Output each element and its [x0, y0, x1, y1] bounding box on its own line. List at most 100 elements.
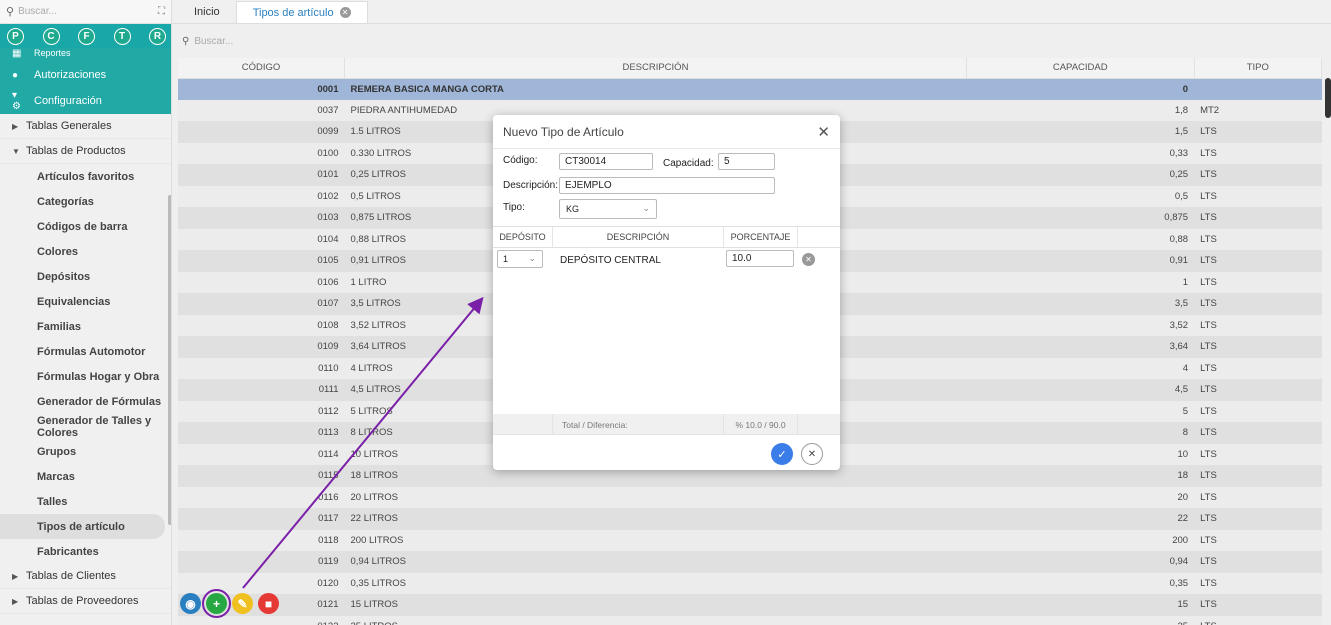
- sidebar-sub-item[interactable]: Generador de Fórmulas: [0, 389, 171, 414]
- edit-button[interactable]: ✎: [232, 593, 253, 614]
- chevron-right-icon: ▶: [12, 596, 19, 606]
- shortcut-c[interactable]: C: [42, 27, 60, 45]
- cell-capacidad: 1,5: [966, 121, 1195, 143]
- cell-capacidad: 3,64: [966, 336, 1195, 358]
- sidebar-sub-item[interactable]: Depósitos: [0, 264, 171, 289]
- shortcut-t[interactable]: T: [113, 27, 131, 45]
- cell-codigo: 0119: [178, 551, 345, 573]
- cell-capacidad: 0,5: [966, 185, 1195, 207]
- chevron-right-icon: ▶: [12, 121, 19, 131]
- sidebar-item-reportes[interactable]: ▦ Reportes: [0, 48, 171, 62]
- table-row[interactable]: 0118 200 LITROS 200 LTS: [178, 529, 1322, 551]
- cell-tipo: LTS: [1194, 250, 1322, 272]
- cancel-button[interactable]: ✕: [801, 443, 823, 465]
- sidebar-group-tablas-proveedores[interactable]: ▶ Tablas de Proveedores: [0, 589, 171, 614]
- cell-capacidad: 0,35: [966, 572, 1195, 594]
- table-row[interactable]: 0001 REMERA BASICA MANGA CORTA 0: [178, 78, 1322, 100]
- sidebar-item-configuracion[interactable]: ▾ ⚙ Configuración: [0, 88, 171, 114]
- sidebar-sub-item[interactable]: Artículos favoritos: [0, 164, 171, 189]
- sidebar-sub-item-active[interactable]: Tipos de artículo: [0, 514, 165, 539]
- shortcut-f[interactable]: F: [78, 27, 95, 45]
- cell-capacidad: 4: [966, 357, 1195, 379]
- deposito-select[interactable]: 1 ⌄: [497, 250, 543, 268]
- main-search[interactable]: ⚲ Buscar...: [172, 24, 1331, 58]
- table-row[interactable]: 0119 0,94 LITROS 0,94 LTS: [178, 551, 1322, 573]
- sidebar-sub-item[interactable]: Categorías: [0, 189, 171, 214]
- cell-tipo: LTS: [1194, 228, 1322, 250]
- porcentaje-input[interactable]: 10.0: [726, 250, 794, 267]
- tipo-select[interactable]: KG ⌄: [559, 199, 657, 219]
- table-row[interactable]: 0117 22 LITROS 22 LTS: [178, 508, 1322, 530]
- eye-icon: ◉: [185, 596, 196, 611]
- cell-capacidad: 5: [966, 400, 1195, 422]
- tipo-select-value: KG: [566, 204, 580, 214]
- delete-button[interactable]: ■: [258, 593, 279, 614]
- codigo-input[interactable]: CT30014: [559, 153, 653, 170]
- table-row[interactable]: 0121 15 LITROS 15 LTS: [178, 594, 1322, 616]
- sidebar-search[interactable]: ⚲ Buscar... ⛶: [0, 0, 171, 24]
- main-search-placeholder[interactable]: Buscar...: [194, 36, 233, 47]
- remove-row-icon[interactable]: ✕: [802, 253, 815, 266]
- action-bar: ◉ + ✎ ■: [180, 589, 279, 618]
- footer-label: Total / Diferencia:: [553, 414, 724, 435]
- col-header-porcentaje: PORCENTAJE: [724, 227, 798, 247]
- descripcion-input[interactable]: EJEMPLO: [559, 177, 775, 194]
- tipo-label: Tipo:: [503, 202, 525, 213]
- cell-codigo: 0116: [178, 486, 345, 508]
- cell-capacidad: 0,25: [966, 164, 1195, 186]
- cell-tipo: LTS: [1194, 379, 1322, 401]
- deposit-row: 1 ⌄ DEPÓSITO CENTRAL 10.0 ✕: [493, 250, 840, 272]
- col-header-codigo[interactable]: CÓDIGO: [178, 58, 345, 79]
- cell-tipo: LTS: [1194, 422, 1322, 444]
- confirm-button[interactable]: ✓: [771, 443, 793, 465]
- table-row[interactable]: 0120 0,35 LITROS 0,35 LTS: [178, 572, 1322, 594]
- sidebar-item-autorizaciones[interactable]: ● Autorizaciones: [0, 62, 171, 88]
- fullscreen-icon[interactable]: ⛶: [158, 6, 165, 17]
- sidebar-group-tablas-generales[interactable]: ▶ Tablas Generales: [0, 114, 171, 139]
- shortcut-r[interactable]: R: [149, 27, 166, 45]
- col-header-tipo[interactable]: TIPO: [1194, 58, 1323, 79]
- table-row[interactable]: 0116 20 LITROS 20 LTS: [178, 486, 1322, 508]
- col-header-descripcion[interactable]: DESCRIPCIÓN: [344, 58, 967, 79]
- cell-codigo: 0108: [178, 314, 345, 336]
- sidebar-sub-item[interactable]: Fabricantes: [0, 539, 171, 564]
- sidebar-sub-item[interactable]: Generador de Talles y Colores: [0, 414, 171, 439]
- cell-tipo: LTS: [1194, 443, 1322, 465]
- sidebar-sub-item[interactable]: Talles: [0, 489, 171, 514]
- sidebar-sub-item[interactable]: Marcas: [0, 464, 171, 489]
- footer-spacer: [493, 414, 553, 435]
- modal-title: Nuevo Tipo de Artículo: [493, 115, 840, 149]
- cell-capacidad: 18: [966, 465, 1195, 487]
- gear-icon: ▾ ⚙: [12, 90, 21, 112]
- capacidad-label: Capacidad:: [663, 158, 714, 169]
- cell-tipo: LTS: [1194, 551, 1322, 573]
- capacidad-input[interactable]: 5: [718, 153, 775, 170]
- cell-codigo: 0113: [178, 422, 345, 444]
- cell-codigo: 0105: [178, 250, 345, 272]
- cell-tipo: LTS: [1194, 594, 1322, 616]
- sidebar-sub-item[interactable]: Códigos de barra: [0, 214, 171, 239]
- tab-tipos-articulo[interactable]: Tipos de artículo ✕: [235, 1, 368, 23]
- add-button[interactable]: +: [202, 589, 231, 618]
- tab-inicio[interactable]: Inicio: [178, 1, 236, 23]
- grid-scrollbar[interactable]: [1325, 78, 1331, 118]
- sidebar-search-placeholder[interactable]: Buscar...: [18, 6, 57, 17]
- view-button[interactable]: ◉: [180, 593, 201, 614]
- sidebar-sub-item[interactable]: Familias: [0, 314, 171, 339]
- sidebar-sub-item[interactable]: Fórmulas Automotor: [0, 339, 171, 364]
- sidebar-item-label: Tablas Generales: [26, 120, 112, 132]
- table-row[interactable]: 012225 LITROS25LTS: [178, 615, 1322, 625]
- cell-tipo: LTS: [1194, 271, 1322, 293]
- sidebar-sub-item[interactable]: Colores: [0, 239, 171, 264]
- shortcut-p[interactable]: P: [7, 27, 24, 45]
- sidebar-sub-item[interactable]: Grupos: [0, 439, 171, 464]
- col-header-capacidad[interactable]: CAPACIDAD: [966, 58, 1195, 79]
- close-icon[interactable]: ✕: [817, 123, 830, 141]
- sidebar-sub-item[interactable]: Equivalencias: [0, 289, 171, 314]
- close-icon[interactable]: ✕: [339, 7, 351, 18]
- chevron-down-icon: ⌄: [642, 203, 650, 213]
- sidebar-group-tablas-productos[interactable]: ▼ Tablas de Productos: [0, 139, 171, 164]
- sidebar-group-tablas-clientes[interactable]: ▶ Tablas de Clientes: [0, 564, 171, 589]
- sidebar-sub-item[interactable]: Fórmulas Hogar y Obra: [0, 364, 171, 389]
- cell-tipo: LTS: [1194, 185, 1322, 207]
